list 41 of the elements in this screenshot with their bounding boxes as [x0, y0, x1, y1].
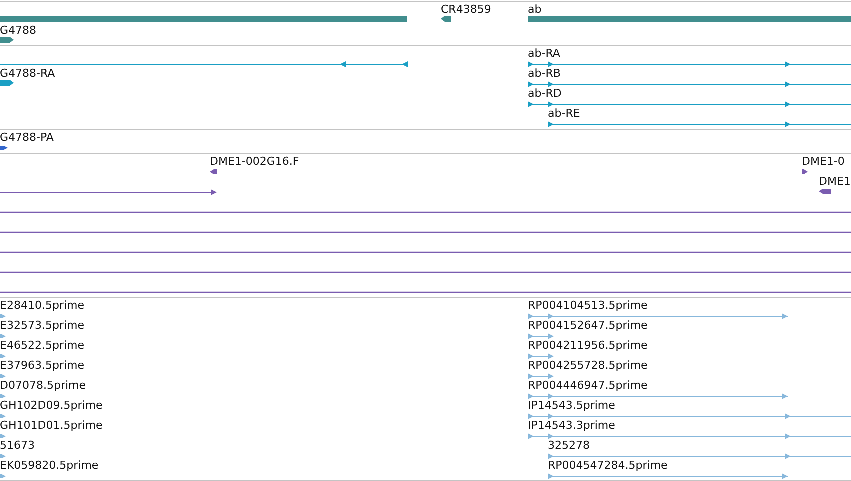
feature-label: RP004104513.5prime [528, 299, 648, 312]
feature-glyph[interactable] [528, 102, 851, 108]
feature-label: EK059820.5prime [0, 459, 99, 472]
feature-glyph[interactable] [210, 170, 217, 174]
feature-glyph[interactable] [0, 80, 14, 86]
feature-label: DME1 [819, 175, 851, 188]
feature-label: G4788-PA [0, 131, 54, 144]
feature-label: ab-RD [528, 87, 562, 100]
feature-label: RP004547284.5prime [548, 459, 668, 472]
feature-label: E37963.5prime [0, 359, 84, 372]
feature-label: ab-RA [528, 47, 560, 60]
feature-label: G4788-RA [0, 67, 56, 80]
feature-glyph[interactable] [528, 62, 851, 68]
feature-label: CR43859 [441, 3, 492, 16]
feature-label: D07078.5prime [0, 379, 86, 392]
feature-label: GH101D01.5prime [0, 419, 103, 432]
feature-label: ab-RE [548, 107, 580, 120]
feature-label: ab [528, 3, 542, 16]
feature-glyph[interactable] [0, 37, 14, 43]
feature-label: RP004152647.5prime [528, 319, 648, 332]
feature-glyph[interactable] [528, 82, 851, 88]
feature-label: RP004211956.5prime [528, 339, 648, 352]
feature-label: E32573.5prime [0, 319, 84, 332]
feature-glyph[interactable] [0, 146, 8, 150]
feature-label: DME1-0 [802, 155, 845, 168]
feature-label: ab-RB [528, 67, 561, 80]
feature-label: RP004446947.5prime [528, 379, 648, 392]
feature-label: IP14543.5prime [528, 399, 616, 412]
feature-glyph[interactable] [802, 170, 808, 174]
feature-label: E46522.5prime [0, 339, 84, 352]
feature-glyph[interactable] [819, 189, 831, 194]
feature-label: IP14543.3prime [528, 419, 616, 432]
feature-label: DME1-002G16.F [210, 155, 300, 168]
feature-label: 325278 [548, 439, 590, 452]
feature-label: GH102D09.5prime [0, 399, 103, 412]
feature-glyph[interactable] [441, 16, 451, 22]
feature-label: E28410.5prime [0, 299, 84, 312]
feature-label: 51673 [0, 439, 35, 452]
feature-label: RP004255728.5prime [528, 359, 648, 372]
feature-glyph[interactable] [548, 122, 851, 128]
feature-label: G4788 [0, 24, 37, 37]
